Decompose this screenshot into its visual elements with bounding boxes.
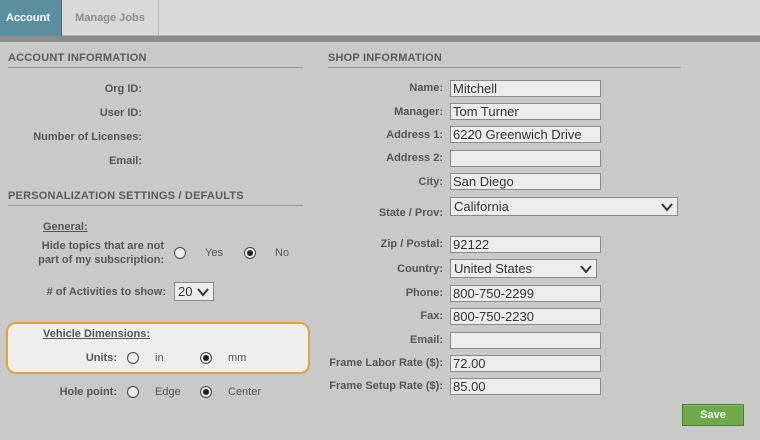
country-label: Country: bbox=[397, 263, 443, 275]
address2-input[interactable] bbox=[450, 150, 601, 167]
hole-point-center-radio[interactable] bbox=[200, 386, 212, 398]
manager-label: Manager: bbox=[394, 106, 443, 118]
zip-label: Zip / Postal: bbox=[380, 238, 443, 250]
hide-topics-no-radio[interactable] bbox=[244, 247, 256, 259]
fax-input[interactable]: 800-750-2230 bbox=[450, 308, 601, 325]
chevron-down-icon bbox=[580, 264, 592, 274]
country-select[interactable]: United States bbox=[450, 259, 597, 278]
save-button[interactable]: Save bbox=[682, 404, 744, 426]
shop-info-heading: SHOP INFORMATION bbox=[328, 52, 681, 68]
hide-topics-yes-radio[interactable] bbox=[174, 247, 186, 259]
state-select-value: California bbox=[454, 199, 509, 214]
hide-topics-yes-label: Yes bbox=[205, 247, 223, 259]
manager-input[interactable]: Tom Turner bbox=[450, 103, 601, 120]
shop-name-label: Name: bbox=[409, 82, 443, 94]
chevron-down-icon bbox=[661, 202, 673, 212]
vehicle-dimensions-label: Vehicle Dimensions: bbox=[43, 328, 150, 340]
country-select-value: United States bbox=[454, 261, 533, 276]
fax-label: Fax: bbox=[420, 310, 443, 322]
user-id-label: User ID: bbox=[99, 107, 142, 119]
setup-rate-label: Frame Setup Rate ($): bbox=[329, 380, 443, 392]
phone-input[interactable]: 800-750-2299 bbox=[450, 285, 601, 302]
hide-topics-label-line2: part of my subscription: bbox=[38, 254, 164, 266]
units-label: Units: bbox=[85, 352, 117, 364]
units-in-label: in bbox=[155, 352, 164, 364]
labor-rate-label: Frame Labor Rate ($): bbox=[329, 357, 443, 369]
shop-email-input[interactable] bbox=[450, 332, 601, 349]
account-email-label: Email: bbox=[108, 155, 142, 167]
hole-point-edge-label: Edge bbox=[155, 386, 181, 398]
tab-underline-bar bbox=[0, 36, 760, 42]
hole-point-label: Hole point: bbox=[59, 386, 117, 398]
tab-bar: Account Manage Jobs bbox=[0, 0, 760, 36]
chevron-down-icon bbox=[197, 287, 209, 297]
units-in-radio[interactable] bbox=[127, 352, 139, 364]
state-select[interactable]: California bbox=[450, 197, 678, 216]
hide-topics-no-label: No bbox=[275, 247, 290, 259]
hide-topics-label-line1: Hide topics that are not bbox=[41, 240, 164, 252]
personalization-heading: PERSONALIZATION SETTINGS / DEFAULTS bbox=[8, 190, 303, 206]
account-info-heading: ACCOUNT INFORMATION bbox=[8, 52, 303, 68]
activities-label: # of Activities to show: bbox=[46, 286, 166, 298]
org-id-label: Org ID: bbox=[104, 83, 142, 95]
tab-manage-jobs[interactable]: Manage Jobs bbox=[62, 0, 159, 36]
activities-select[interactable]: 20 bbox=[174, 282, 214, 301]
activities-select-value: 20 bbox=[178, 284, 193, 299]
shop-email-label: Email: bbox=[409, 334, 443, 346]
general-label: General: bbox=[43, 221, 88, 233]
state-label: State / Prov: bbox=[378, 207, 443, 219]
zip-input[interactable]: 92122 bbox=[450, 236, 601, 253]
units-mm-radio[interactable] bbox=[200, 352, 212, 364]
phone-label: Phone: bbox=[405, 287, 443, 299]
address1-label: Address 1: bbox=[386, 129, 443, 141]
address1-input[interactable]: 6220 Greenwich Drive bbox=[450, 126, 601, 143]
address2-label: Address 2: bbox=[386, 152, 443, 164]
shop-name-input[interactable]: Mitchell bbox=[450, 80, 601, 97]
units-mm-label: mm bbox=[228, 352, 247, 364]
tab-account[interactable]: Account bbox=[0, 0, 62, 36]
licenses-label: Number of Licenses: bbox=[33, 131, 142, 143]
setup-rate-input[interactable]: 85.00 bbox=[450, 378, 601, 395]
labor-rate-input[interactable]: 72.00 bbox=[450, 355, 601, 372]
hole-point-center-label: Center bbox=[228, 386, 262, 398]
hole-point-edge-radio[interactable] bbox=[127, 386, 139, 398]
city-input[interactable]: San Diego bbox=[450, 173, 601, 190]
city-label: City: bbox=[418, 176, 443, 188]
